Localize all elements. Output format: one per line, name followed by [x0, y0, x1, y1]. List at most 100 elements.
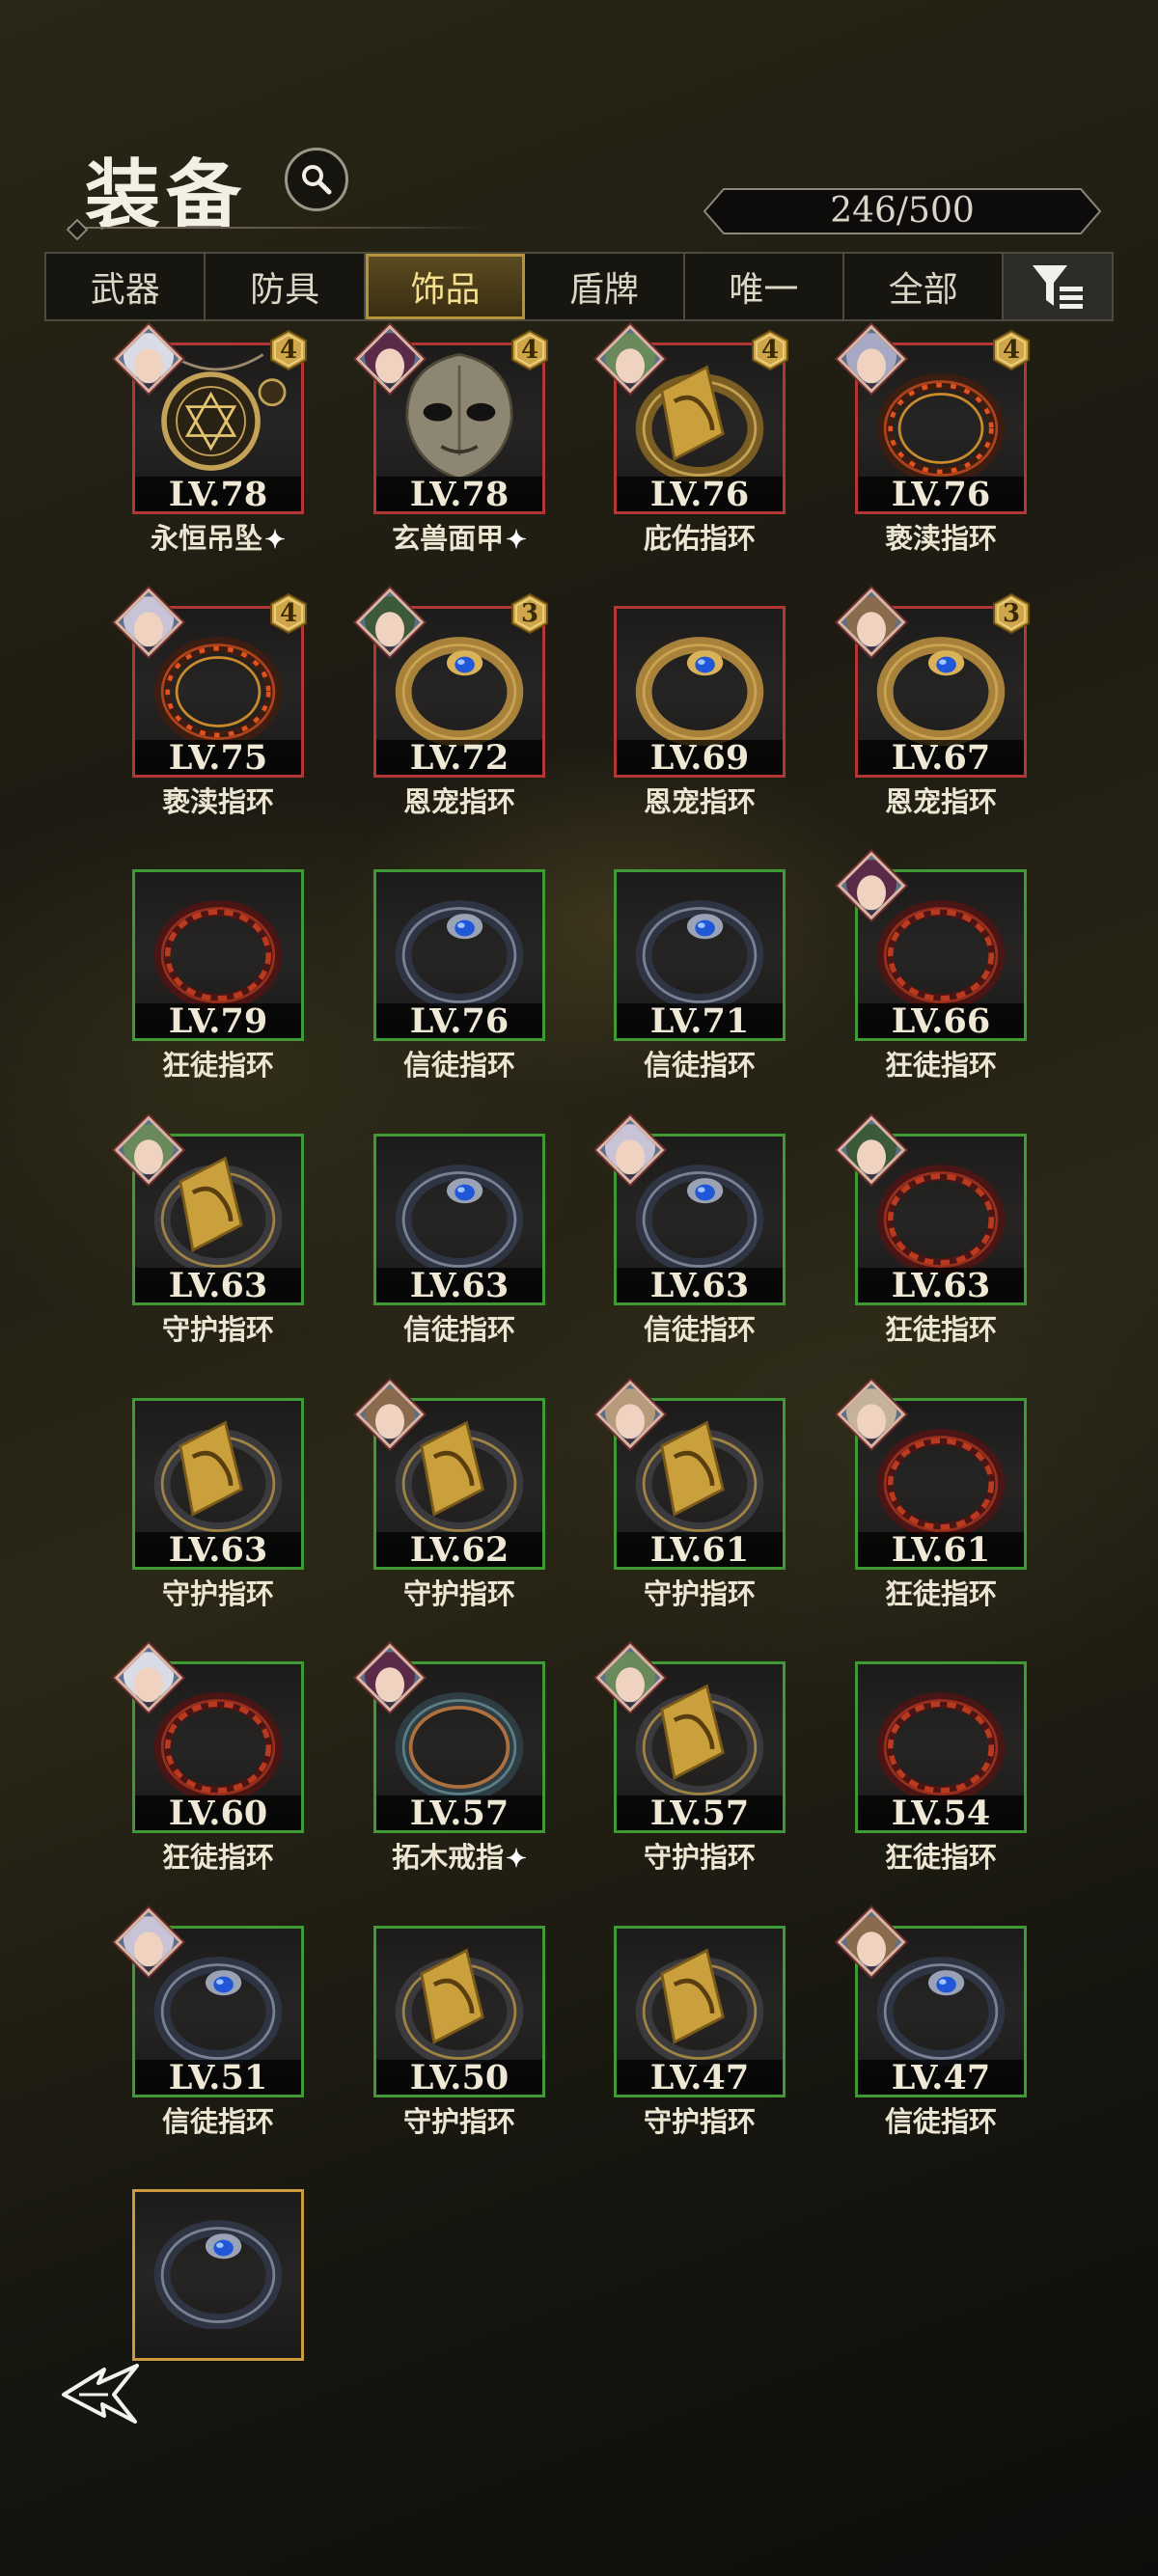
item-name: 狂徒指环	[103, 1043, 333, 1083]
sapphire-ring-icon	[376, 874, 542, 1010]
back-button[interactable]	[60, 2362, 147, 2425]
item-name-text: 狂徒指环	[161, 1049, 274, 1082]
item-name: 亵渎指环	[103, 780, 333, 820]
tab-unique[interactable]: 唯一	[685, 254, 845, 319]
item-name: 庇佑指环	[585, 516, 814, 557]
sparkle-icon: ✦	[264, 526, 286, 555]
item-name: 狂徒指环	[826, 1307, 1056, 1348]
item-name: 狂徒指环	[826, 1043, 1056, 1083]
item-name: 守护指环	[585, 2099, 814, 2140]
tier-badge-value: 4	[1002, 336, 1021, 365]
guard-ring-icon	[135, 1403, 301, 1539]
item-name-text: 信徒指环	[643, 1049, 756, 1082]
item-frame: LV.71	[614, 869, 786, 1041]
tab-shields[interactable]: 盾牌	[525, 254, 685, 319]
item-frame: LV.69	[614, 606, 786, 778]
item-level: LV.66	[858, 1003, 1024, 1038]
item-frame: LV.47	[614, 1926, 786, 2097]
item-name: 亵渎指环	[826, 516, 1056, 557]
item-level: LV.47	[617, 2060, 783, 2095]
item-name-text: 守护指环	[402, 2105, 515, 2138]
filter-button[interactable]	[1004, 254, 1113, 319]
item-level: LV.61	[858, 1532, 1024, 1567]
tier-badge: 3	[990, 592, 1033, 635]
item-name-text: 信徒指环	[402, 1313, 515, 1346]
item-level: LV.47	[858, 2060, 1024, 2095]
tab-armor[interactable]: 防具	[206, 254, 366, 319]
item-name-text: 守护指环	[643, 1577, 756, 1610]
item-name-text: 守护指环	[643, 1841, 756, 1874]
item-level: LV.63	[617, 1268, 783, 1302]
item-name-text: 信徒指环	[161, 2105, 274, 2138]
tier-badge: 4	[267, 329, 310, 371]
item-name-text: 恩宠指环	[884, 785, 997, 818]
item-level: LV.60	[135, 1795, 301, 1830]
tier-badge-value: 4	[760, 336, 780, 365]
item-level: LV.76	[376, 1003, 542, 1038]
item-level: LV.63	[135, 1532, 301, 1567]
item-name: 守护指环	[585, 1572, 814, 1612]
item-name-text: 狂徒指环	[884, 1841, 997, 1874]
tier-badge-value: 4	[279, 336, 298, 365]
item-level: LV.51	[135, 2060, 301, 2095]
item-level: LV.62	[376, 1532, 542, 1567]
item-name-text: 信徒指环	[643, 1313, 756, 1346]
tab-all[interactable]: 全部	[844, 254, 1005, 319]
item-name-text: 狂徒指环	[884, 1049, 997, 1082]
tab-accessories[interactable]: 饰品	[365, 254, 526, 319]
item-name: 狂徒指环	[826, 1835, 1056, 1876]
item-name: 恩宠指环	[585, 780, 814, 820]
item-frame: LV.63	[132, 1398, 304, 1570]
item-name-text: 狂徒指环	[161, 1841, 274, 1874]
title-divider	[68, 227, 482, 229]
item-name-text: 庇佑指环	[643, 522, 756, 555]
item-level: LV.57	[617, 1795, 783, 1830]
item-level: LV.78	[135, 477, 301, 511]
chain-ring-icon	[135, 874, 301, 1010]
tier-badge-value: 4	[279, 599, 298, 628]
guard-ring-icon	[617, 1931, 783, 2067]
item-name-text: 玄兽面甲	[392, 522, 505, 555]
inventory-capacity: 246/500	[703, 187, 1102, 235]
tier-badge: 4	[990, 329, 1033, 371]
item-name: 玄兽面甲✦	[345, 516, 574, 557]
item-name: 狂徒指环	[826, 1572, 1056, 1612]
item-name: 守护指环	[585, 1835, 814, 1876]
item-level: LV.63	[135, 1268, 301, 1302]
item-level: LV.57	[376, 1795, 542, 1830]
tab-weapons[interactable]: 武器	[46, 254, 207, 319]
item-name: 恩宠指环	[345, 780, 574, 820]
item-name: 拓木戒指✦	[345, 1835, 574, 1876]
item-level: LV.61	[617, 1532, 783, 1567]
item-name: 信徒指环	[345, 1307, 574, 1348]
item-name: 信徒指环	[585, 1307, 814, 1348]
category-tabs: 武器 防具 饰品 盾牌 唯一 全部	[44, 252, 1114, 321]
tier-badge: 4	[267, 592, 310, 635]
item-frame: LV.76	[373, 869, 545, 1041]
item-name-text: 狂徒指环	[884, 1577, 997, 1610]
back-arrow-icon	[62, 2364, 139, 2424]
item-level: LV.78	[376, 477, 542, 511]
capacity-count: 246/500	[830, 191, 975, 231]
item-level: LV.75	[135, 740, 301, 775]
item-frame: LV.63	[373, 1134, 545, 1305]
item-name: 守护指环	[103, 1572, 333, 1612]
sparkle-icon: ✦	[506, 526, 527, 555]
tier-badge: 4	[749, 329, 791, 371]
item-level: LV.79	[135, 1003, 301, 1038]
sapphire-ring-icon	[135, 2194, 301, 2330]
item-name-text: 恩宠指环	[402, 785, 515, 818]
item-level: LV.54	[858, 1795, 1024, 1830]
tier-badge-value: 3	[520, 599, 539, 628]
guard-ring-icon	[376, 1931, 542, 2067]
item-name: 信徒指环	[103, 2099, 333, 2140]
item-frame: LV.54	[855, 1661, 1027, 1833]
sparkle-icon: ✦	[506, 1845, 527, 1874]
tier-badge: 4	[509, 329, 551, 371]
item-name-text: 信徒指环	[402, 1049, 515, 1082]
item-level: LV.72	[376, 740, 542, 775]
item-name-text: 亵渎指环	[161, 785, 274, 818]
search-button[interactable]	[285, 148, 348, 211]
sapphire-ring-icon	[617, 874, 783, 1010]
search-icon	[302, 165, 332, 195]
